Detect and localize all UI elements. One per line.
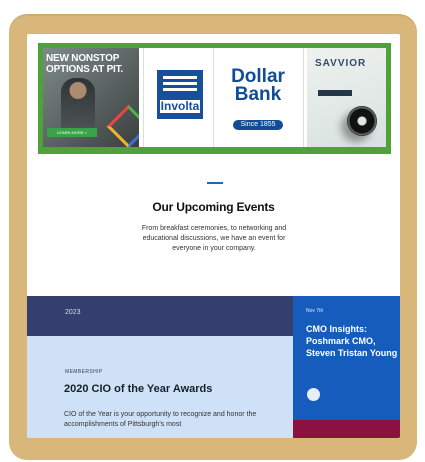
ad-divider: [303, 48, 304, 147]
sponsor-banner: NEW NONSTOP OPTIONS AT PIT. LEARN MORE >…: [38, 43, 391, 154]
ad-divider: [143, 48, 144, 147]
page-container: NEW NONSTOP OPTIONS AT PIT. LEARN MORE >…: [9, 14, 417, 460]
event-sidebar-card[interactable]: Nov 7th CMO Insights: Poshmark CMO, Stev…: [293, 296, 400, 438]
website-frame: NEW NONSTOP OPTIONS AT PIT. LEARN MORE >…: [27, 34, 400, 438]
involta-bars-icon: [163, 76, 197, 92]
involta-name: Involta: [160, 99, 200, 113]
sidebar-footer-strip: [293, 420, 400, 438]
savvior-ad[interactable]: SAVVIOR: [307, 48, 386, 147]
featured-event-header: 2023: [27, 296, 293, 336]
pit-ad-photo: [61, 78, 95, 128]
pit-learn-more-button[interactable]: LEARN MORE >: [47, 128, 97, 137]
involta-ad[interactable]: Involta: [147, 48, 211, 147]
dollar-bank-logo: Dollar Bank: [231, 66, 285, 105]
camera-lens-icon: [347, 106, 377, 136]
event-title[interactable]: 2020 CIO of the Year Awards: [64, 382, 212, 396]
upcoming-events-section: Our Upcoming Events From breakfast cerem…: [27, 166, 400, 296]
section-intro: From breakfast ceremonies, to networking…: [141, 225, 287, 252]
featured-event-tab[interactable]: 2023: [65, 308, 81, 318]
savvior-button[interactable]: [318, 90, 352, 96]
pit-ad[interactable]: NEW NONSTOP OPTIONS AT PIT. LEARN MORE >: [43, 48, 139, 147]
dollar-bank-since-badge: Since 1855: [233, 120, 283, 130]
play-icon[interactable]: [307, 388, 320, 401]
featured-event-card[interactable]: 2023 MEMBERSHIP 2020 CIO of the Year Awa…: [27, 296, 293, 438]
ad-divider: [213, 48, 214, 147]
event-category-label: MEMBERSHIP: [65, 369, 103, 375]
section-accent-line: [207, 182, 223, 184]
event-description: CIO of the Year is your opportunity to r…: [64, 411, 257, 428]
pit-logo-icon: [106, 104, 139, 147]
sidebar-event-date: Nov 7th: [306, 308, 324, 314]
savvior-logo: SAVVIOR: [315, 58, 367, 69]
pit-ad-headline: NEW NONSTOP OPTIONS AT PIT.: [46, 53, 124, 75]
section-title: Our Upcoming Events: [152, 200, 275, 214]
sidebar-event-title[interactable]: CMO Insights: Poshmark CMO, Steven Trist…: [306, 323, 400, 359]
involta-logo: Involta: [157, 70, 203, 119]
sponsor-ads: NEW NONSTOP OPTIONS AT PIT. LEARN MORE >…: [43, 48, 386, 147]
dollar-bank-ad[interactable]: Dollar Bank Since 1855: [217, 48, 299, 147]
